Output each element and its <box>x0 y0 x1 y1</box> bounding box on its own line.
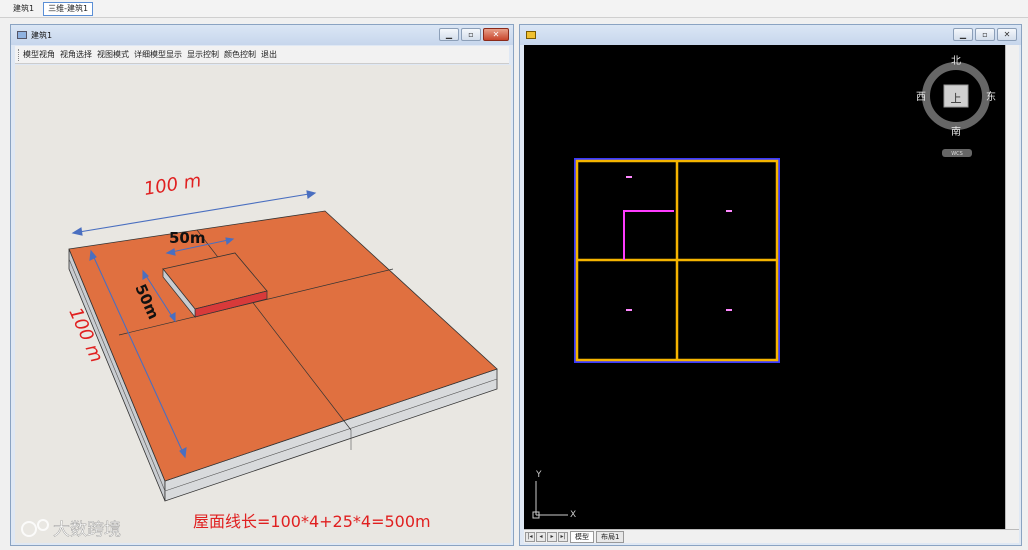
menu-color-control[interactable]: 颜色控制 <box>224 49 256 60</box>
view-cube-compass: 上 北 南 东 西 WCS <box>916 55 996 157</box>
3d-menubar: 模型视角 视角选择 视图模式 详细模型显示 显示控制 颜色控制 退出 <box>15 46 509 64</box>
minimize-button[interactable]: ▁ <box>439 28 459 41</box>
menu-view-select[interactable]: 视角选择 <box>60 49 92 60</box>
compass-south: 南 <box>951 125 961 138</box>
cad-app-icon <box>526 31 536 39</box>
menu-detail-model[interactable]: 详细模型显示 <box>134 49 182 60</box>
3d-building-model: 100 m 100 m 50m 50m 屋面线长=100*4+25*4=500m… <box>21 170 498 540</box>
ucs-icon <box>532 481 568 519</box>
compass-west: 西 <box>916 92 926 103</box>
window-app-icon <box>17 31 27 39</box>
next-tab-button[interactable]: ▸ <box>547 531 557 542</box>
prev-tab-button[interactable]: ◂ <box>536 531 546 542</box>
top-length-label: 100 m <box>142 170 202 200</box>
ucs-y-label: Y <box>535 470 542 480</box>
3d-window-titlebar[interactable]: 建筑1 ▁ ▫ ✕ <box>11 25 513 45</box>
3d-window-title: 建筑1 <box>31 30 53 40</box>
roof-surface <box>68 210 498 482</box>
menu-view-mode[interactable]: 视图模式 <box>97 49 129 60</box>
compass-center: 上 <box>951 92 962 105</box>
watermark-text: 大数跨境 <box>53 520 121 540</box>
doc-tab-3d-building1[interactable]: 三维-建筑1 <box>43 1 94 16</box>
3d-view-window: 建筑1 ▁ ▫ ✕ 模型视角 视角选择 视图模式 详细模型显示 显示控制 颜色控… <box>10 24 514 546</box>
compass-north: 北 <box>951 55 961 67</box>
cad-drawing-area[interactable]: 上 北 南 东 西 WCS Y X |◂ ◂ ▸ ▸| 模型 布局1 <box>524 45 1019 543</box>
tab-model[interactable]: 模型 <box>570 530 594 543</box>
plan-marks <box>626 176 732 311</box>
watermark: 大数跨境 <box>21 519 121 540</box>
menu-exit[interactable]: 退出 <box>261 49 277 60</box>
cad-plan-window: ▁ ▫ ✕ 上 北 南 东 西 WCS Y X |◂ ◂ ▸ ▸| 模型 布局1 <box>519 24 1022 546</box>
last-tab-button[interactable]: ▸| <box>558 531 568 542</box>
wcs-label: WCS <box>951 151 963 157</box>
block-width-label: 50m <box>169 229 206 247</box>
first-tab-button[interactable]: |◂ <box>525 531 535 542</box>
3d-viewport[interactable]: 100 m 100 m 50m 50m 屋面线长=100*4+25*4=500m… <box>15 65 511 543</box>
cad-minimize-button[interactable]: ▁ <box>953 28 973 41</box>
layout-tab-bar: |◂ ◂ ▸ ▸| 模型 布局1 <box>524 529 1019 543</box>
cad-plan-svg: 上 北 南 东 西 WCS Y X <box>532 55 996 520</box>
vertical-scrollbar[interactable] <box>1005 45 1019 529</box>
compass-east: 东 <box>986 90 996 103</box>
menu-model-view[interactable]: 模型视角 <box>23 49 55 60</box>
document-tabs: 建筑1 三维-建筑1 <box>0 0 1028 18</box>
cad-close-button[interactable]: ✕ <box>997 28 1017 41</box>
cad-window-titlebar[interactable]: ▁ ▫ ✕ <box>520 25 1021 45</box>
cad-maximize-button[interactable]: ▫ <box>975 28 995 41</box>
plan-block-outline <box>623 210 674 260</box>
menu-display-control[interactable]: 显示控制 <box>187 49 219 60</box>
tab-layout1[interactable]: 布局1 <box>596 530 625 543</box>
maximize-button[interactable]: ▫ <box>461 28 481 41</box>
close-button[interactable]: ✕ <box>483 28 509 41</box>
ucs-x-label: X <box>570 510 576 520</box>
roof-length-formula: 屋面线长=100*4+25*4=500m <box>193 512 431 531</box>
doc-tab-building1[interactable]: 建筑1 <box>8 2 39 16</box>
